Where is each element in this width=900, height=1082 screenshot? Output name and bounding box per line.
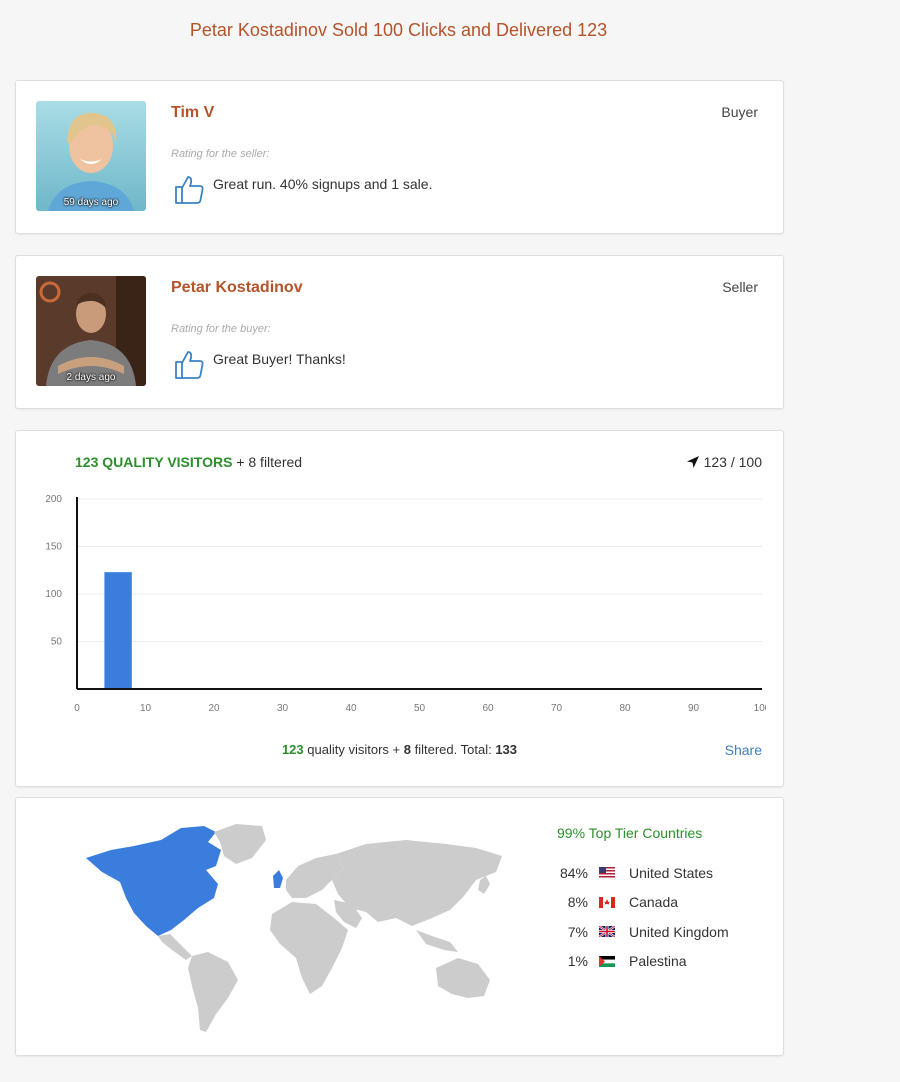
bar	[104, 572, 132, 689]
footer-filtered-text: filtered. Total:	[414, 742, 492, 757]
quality-count: 123	[75, 454, 99, 470]
map-japan	[478, 876, 490, 894]
map-south-america	[188, 952, 238, 1032]
traffic-chart-card: 123 QUALITY VISITORS + 8 filtered 123 / …	[15, 430, 784, 787]
world-map	[86, 824, 502, 1032]
country-row: 8% Canada	[548, 888, 729, 918]
location-arrow-icon	[686, 456, 699, 468]
x-tick-label: 60	[482, 703, 494, 714]
clicks-bar-chart: 50 100 150 200 0 10 20 30 40 50 60 70 80 90 100	[45, 494, 766, 714]
country-name: United Kingdom	[629, 923, 729, 940]
footer-filtered-count: 8	[403, 742, 411, 757]
y-tick-label: 100	[45, 589, 62, 600]
avatar[interactable]: 2 days ago	[36, 276, 146, 386]
thumbs-up-icon	[175, 351, 204, 379]
country-row: 84% United States	[548, 858, 729, 888]
map-north-america[interactable]	[86, 826, 221, 936]
share-link[interactable]: Share	[725, 742, 762, 758]
x-tick-label: 50	[414, 703, 426, 714]
top-tier-title: 99% Top Tier Countries	[557, 825, 703, 841]
gb-flag-icon	[599, 926, 615, 938]
reviewer-name[interactable]: Petar Kostadinov	[171, 279, 303, 297]
y-tick-label: 200	[45, 494, 62, 505]
map-united-kingdom[interactable]	[273, 870, 283, 888]
x-tick-label: 70	[551, 703, 563, 714]
country-list: 84% United States 8% Canada 7% United Ki…	[548, 858, 729, 976]
x-tick-label: 20	[208, 703, 220, 714]
reviewer-name[interactable]: Tim V	[171, 104, 214, 122]
filtered-count: + 8 filtered	[236, 454, 303, 470]
country-percent: 8%	[567, 894, 588, 911]
rating-label: Rating for the buyer:	[171, 323, 271, 335]
review-card-seller: 2 days ago Petar Kostadinov Seller Ratin…	[15, 255, 784, 409]
x-tick-label: 80	[619, 703, 631, 714]
review-comment: Great Buyer! Thanks!	[213, 351, 346, 367]
review-comment: Great run. 40% signups and 1 sale.	[213, 176, 433, 192]
country-percent: 1%	[567, 953, 588, 970]
quality-visitors-summary: 123 QUALITY VISITORS + 8 filtered	[75, 454, 302, 470]
country-name: Palestina	[629, 953, 687, 970]
us-flag-icon	[599, 867, 615, 879]
x-tick-label: 90	[688, 703, 700, 714]
country-name: Canada	[629, 894, 679, 911]
ca-flag-icon	[599, 896, 615, 908]
map-africa	[270, 902, 348, 994]
footer-quality-text: quality visitors +	[307, 742, 401, 757]
reviewer-role: Buyer	[721, 104, 758, 120]
delivered-value: 123 / 100	[703, 454, 762, 470]
footer-total: 133	[495, 742, 518, 757]
avatar-photo-icon	[36, 101, 146, 211]
country-name: United States	[629, 864, 714, 881]
y-tick-label: 150	[45, 542, 62, 553]
x-tick-label: 40	[345, 703, 357, 714]
country-percent: 7%	[567, 923, 588, 940]
delivered-counter: 123 / 100	[686, 454, 762, 470]
avatar-photo-icon	[36, 276, 146, 386]
map-central-america	[158, 934, 192, 960]
x-tick-label: 100	[754, 703, 766, 714]
geo-card: 99% Top Tier Countries 84% United States…	[15, 797, 784, 1056]
x-tick-label: 10	[140, 703, 152, 714]
country-row: 1% Palestina	[548, 947, 729, 977]
country-percent: 84%	[559, 864, 588, 881]
y-tick-label: 50	[51, 637, 63, 648]
avatar[interactable]: 59 days ago	[36, 101, 146, 211]
review-age: 2 days ago	[66, 372, 116, 383]
x-tick-label: 30	[277, 703, 289, 714]
page-title: Petar Kostadinov Sold 100 Clicks and Del…	[189, 20, 608, 40]
rating-label: Rating for the seller:	[171, 148, 270, 160]
footer-quality-count: 123	[281, 742, 304, 757]
map-europe	[286, 854, 344, 898]
x-tick-label: 0	[74, 703, 80, 714]
map-southeast-asia	[416, 930, 458, 952]
thumbs-up-icon	[175, 176, 204, 204]
reviewer-role: Seller	[722, 279, 758, 295]
ps-flag-icon	[599, 955, 615, 967]
quality-label: QUALITY VISITORS	[102, 454, 233, 470]
map-greenland	[214, 824, 266, 864]
country-row: 7% United Kingdom	[548, 917, 729, 947]
review-age: 59 days ago	[63, 197, 119, 208]
review-card-buyer: 59 days ago Tim V Buyer Rating for the s…	[15, 80, 784, 234]
map-australia	[436, 958, 490, 998]
chart-footer: 123 quality visitors + 8 filtered. Total…	[16, 742, 783, 757]
